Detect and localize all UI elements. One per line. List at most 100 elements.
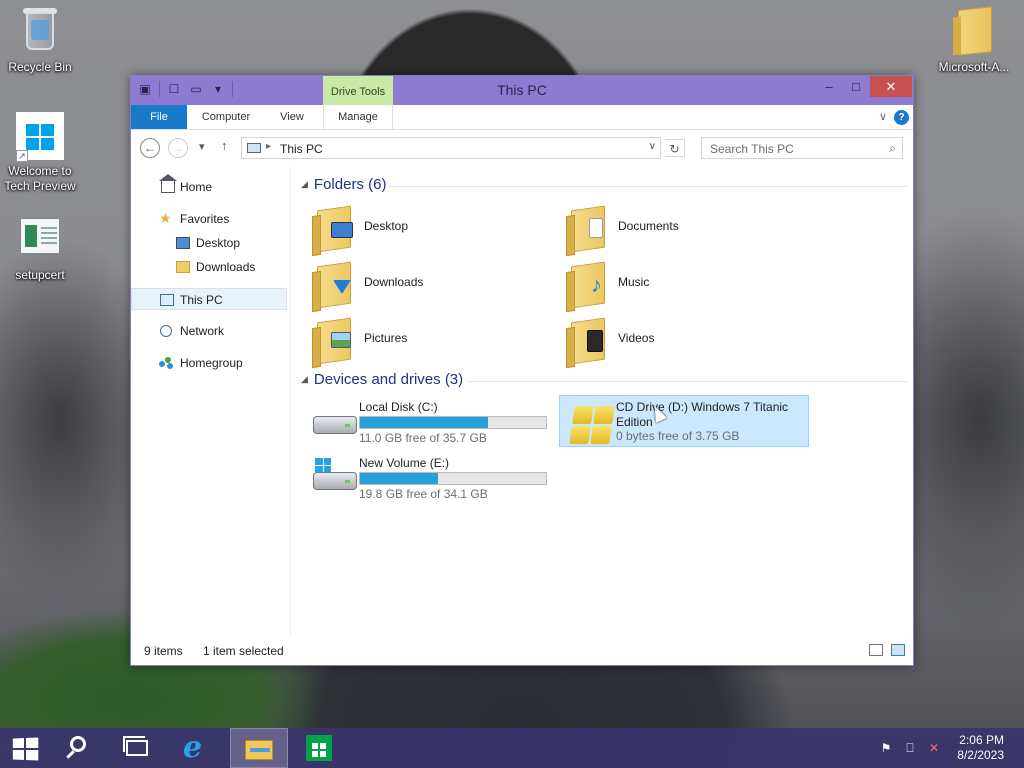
desktop-icon-label: setupcert (15, 268, 65, 282)
clock-time: 2:06 PM (959, 733, 1004, 747)
star-icon: ★ (159, 210, 172, 226)
task-view-button[interactable] (110, 728, 164, 768)
search-icon: ⌕ (889, 141, 896, 155)
ribbon-tabs: File Computer View Manage ∨ ? (131, 105, 913, 130)
folder-item-documents[interactable]: Documents (557, 202, 807, 254)
recent-locations-dropdown-icon[interactable]: ▾ (199, 140, 205, 153)
downloads-folder-icon (313, 260, 353, 309)
sidebar-item-label: Network (180, 324, 225, 338)
network-icon (160, 325, 172, 337)
pictures-folder-icon (313, 316, 353, 365)
drive-item-new-volume-e[interactable]: New Volume (E:) 19.8 GB free of 34.1 GB (303, 452, 553, 504)
hard-drive-icon (311, 404, 359, 440)
windows-logo-icon: ↗ (16, 110, 64, 162)
devices-group-header[interactable]: ◢ Devices and drives (3) (301, 371, 463, 388)
desktop-icon-label: Recycle Bin (8, 60, 72, 74)
view-switcher (869, 644, 905, 656)
folder-item-pictures[interactable]: Pictures (303, 314, 553, 366)
selection-count: 1 item selected (203, 644, 284, 658)
maximize-button[interactable]: □ (842, 76, 870, 97)
collapse-group-icon[interactable]: ◢ (301, 374, 308, 384)
breadcrumb-arrow-icon[interactable]: ▸ (266, 141, 271, 152)
sidebar-item-homegroup[interactable]: Homegroup (131, 352, 287, 374)
taskbar: e ⚑ ⎕ ✕ 2:06 PM 8/2/2023 (0, 728, 1024, 768)
folder-item-desktop[interactable]: Desktop (303, 202, 553, 254)
sidebar-item-label: Downloads (196, 260, 256, 274)
desktop-folder-icon (313, 204, 353, 253)
sidebar-item-label: This PC (180, 293, 223, 307)
windows-cd-icon (568, 404, 616, 444)
shortcut-arrow-icon: ↗ (16, 150, 28, 162)
hard-drive-windows-icon (311, 458, 359, 496)
folders-group-header[interactable]: ◢ Folders (6) (301, 176, 386, 193)
internet-explorer-button[interactable]: e (170, 728, 224, 768)
sidebar-item-desktop[interactable]: Desktop (131, 232, 287, 254)
address-bar[interactable]: ▸ This PC ∨ (241, 137, 661, 159)
desktop-icon-recycle-bin[interactable]: Recycle Bin (0, 6, 80, 75)
tab-manage[interactable]: Manage (323, 105, 393, 129)
folder-item-downloads[interactable]: Downloads (303, 258, 553, 310)
refresh-button[interactable]: ↻ (665, 139, 685, 157)
navigation-pane: Home ★ Favorites Desktop Downloads This … (131, 166, 291, 636)
videos-folder-icon (567, 316, 607, 365)
drive-usage-fill (360, 473, 439, 484)
help-button[interactable]: ? (894, 110, 909, 125)
search-icon (70, 736, 86, 752)
drive-usage-bar (359, 416, 547, 429)
store-icon (306, 735, 332, 761)
home-icon (159, 174, 177, 193)
tab-file[interactable]: File (131, 105, 187, 129)
sidebar-item-favorites[interactable]: ★ Favorites (131, 208, 287, 230)
navigation-bar: ← → ▾ ↑ ▸ This PC ∨ ↻ Search This PC ⌕ (131, 130, 913, 166)
desktop-icon-welcome[interactable]: ↗ Welcome to Tech Preview (0, 110, 80, 194)
store-button[interactable] (292, 728, 346, 768)
status-bar: 9 items 1 item selected (131, 637, 913, 665)
tab-computer[interactable]: Computer (193, 105, 259, 129)
internet-explorer-icon: e (183, 730, 203, 765)
downloads-folder-icon (176, 261, 190, 273)
sidebar-item-downloads[interactable]: Downloads (131, 256, 287, 278)
collapse-group-icon[interactable]: ◢ (301, 179, 308, 189)
task-view-icon (123, 736, 148, 756)
system-tray: ⚑ ⎕ ✕ 2:06 PM 8/2/2023 (864, 728, 1024, 768)
documents-folder-icon (567, 204, 607, 253)
drive-item-local-disk-c[interactable]: Local Disk (C:) 11.0 GB free of 35.7 GB (303, 396, 553, 448)
drive-usage-bar (359, 472, 547, 485)
address-dropdown-icon[interactable]: ∨ (649, 141, 656, 152)
drive-item-cd-drive-d[interactable]: CD Drive (D:) Windows 7 Titanic Edition … (559, 395, 809, 447)
folder-item-music[interactable]: ♪ Music (557, 258, 807, 310)
desktop-icon-setupcert[interactable]: setupcert (0, 214, 80, 283)
computer-icon (160, 294, 174, 306)
homegroup-icon (159, 357, 173, 369)
volume-muted-icon[interactable]: ✕ (927, 741, 941, 755)
sidebar-item-home[interactable]: Home (131, 174, 287, 198)
start-button[interactable] (0, 728, 54, 768)
sidebar-item-this-pc[interactable]: This PC (131, 288, 287, 310)
computer-icon (247, 143, 261, 153)
tab-view[interactable]: View (269, 105, 315, 129)
up-arrow-icon[interactable]: ↑ (221, 138, 228, 153)
expand-ribbon-icon[interactable]: ∨ (879, 110, 887, 123)
breadcrumb[interactable]: This PC (280, 142, 323, 156)
sidebar-item-network[interactable]: Network (131, 320, 287, 342)
forward-button[interactable]: → (168, 138, 188, 158)
search-input[interactable]: Search This PC ⌕ (701, 137, 903, 159)
close-button[interactable]: ✕ (870, 76, 912, 97)
details-view-icon[interactable] (869, 644, 883, 656)
clock-date: 8/2/2023 (957, 748, 1004, 762)
sidebar-item-label: Desktop (196, 236, 241, 250)
folder-icon (950, 6, 998, 56)
file-explorer-button[interactable] (230, 728, 288, 768)
search-button[interactable] (54, 728, 108, 768)
minimize-button[interactable]: – (815, 76, 843, 97)
title-bar[interactable]: ▣ ☐ ▭ ▾ Drive Tools This PC – □ ✕ (131, 76, 913, 105)
network-status-icon[interactable]: ⎕ (903, 741, 917, 755)
clock[interactable]: 2:06 PM 8/2/2023 (957, 733, 1004, 763)
desktop-icon-microsoft-folder[interactable]: Microsoft-A... (934, 6, 1014, 75)
back-button[interactable]: ← (140, 138, 160, 158)
action-center-flag-icon[interactable]: ⚑ (879, 741, 893, 755)
folder-item-videos[interactable]: Videos (557, 314, 807, 366)
drive-usage-fill (360, 417, 489, 428)
windows-logo-icon (12, 737, 39, 761)
large-icons-view-icon[interactable] (891, 644, 905, 656)
